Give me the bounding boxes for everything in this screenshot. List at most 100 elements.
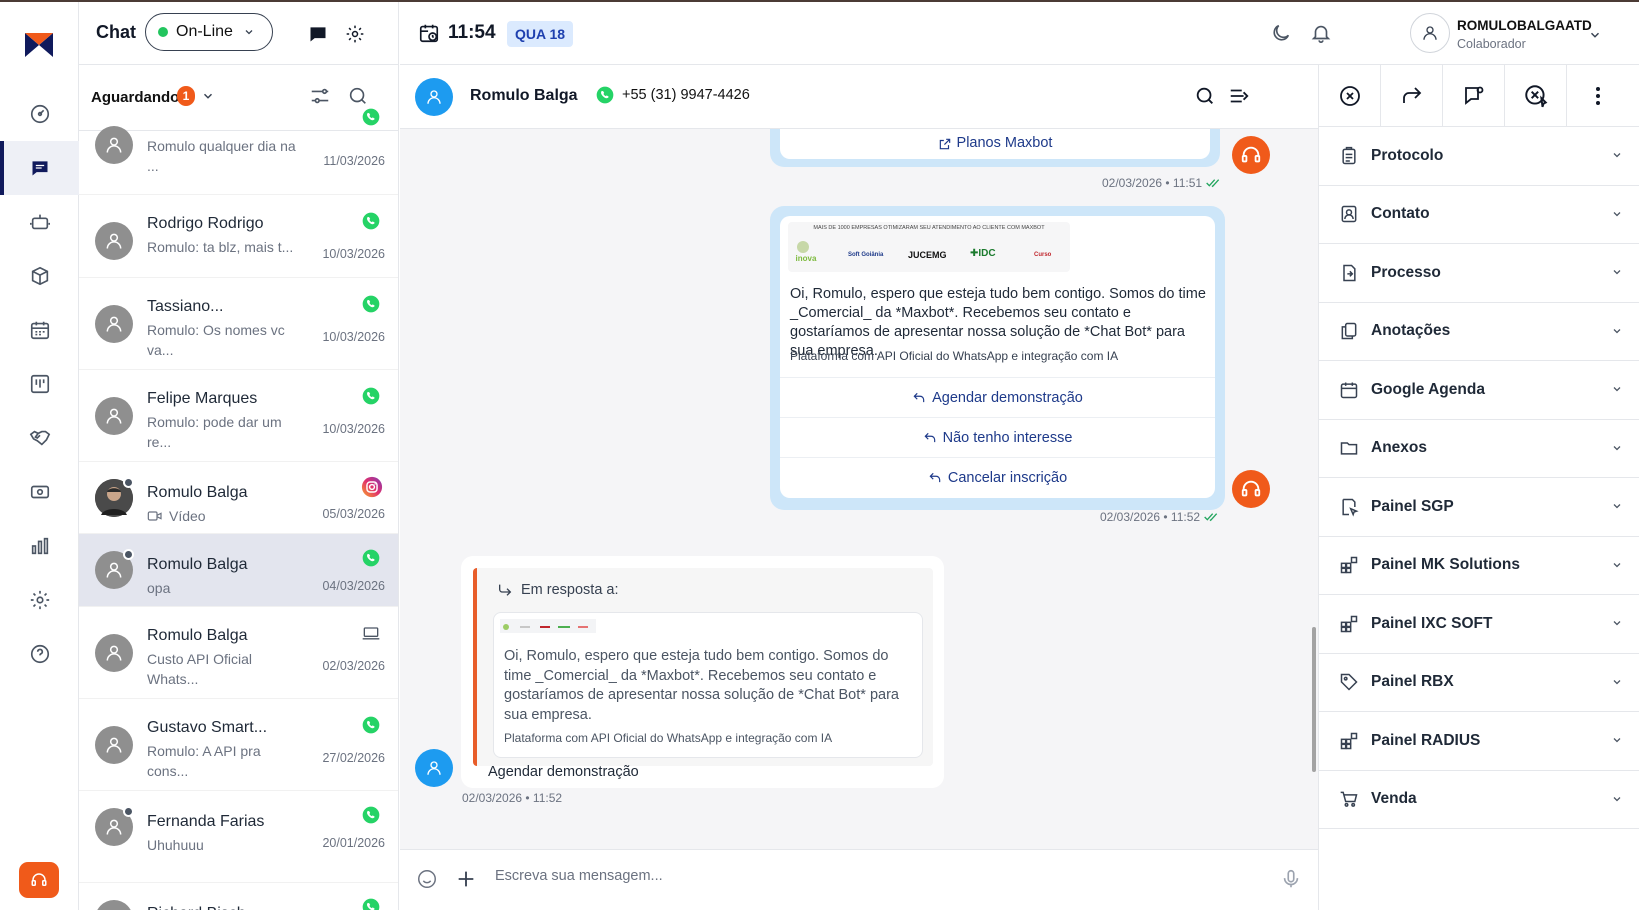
bot-icon[interactable]: [0, 195, 79, 249]
end-without-notify-icon[interactable]: [1505, 65, 1567, 127]
side-panel: Protocolo Contato Processo Anotações Google …: [1318, 65, 1639, 910]
quick-reply-label: Agendar demonstração: [932, 389, 1083, 406]
chevron-down-icon: [1611, 442, 1623, 454]
more-options-icon[interactable]: [1567, 65, 1629, 127]
conversation-list-item[interactable]: Romulo qualquer dia na ... 11/03/2026: [79, 99, 398, 195]
kanban-icon[interactable]: [0, 357, 79, 411]
handshake-icon[interactable]: [0, 411, 79, 465]
message-preview: Romulo: Os nomes vc va...: [147, 322, 285, 358]
message-preview: Romulo: pode dar um re...: [147, 414, 282, 450]
chevron-down-icon: [1611, 617, 1623, 629]
message-preview: Romulo: ta blz, mais t...: [147, 239, 294, 255]
conversation-date: 10/03/2026: [322, 247, 385, 261]
status-dropdown[interactable]: On-Line: [145, 13, 273, 51]
video-icon: [147, 509, 163, 523]
logo-curso: Curso: [1034, 252, 1052, 258]
panel-painel-mk-solutions[interactable]: Painel MK Solutions: [1319, 537, 1639, 595]
logo-inova-text: inova: [795, 254, 817, 263]
panel-painel-ixc-soft[interactable]: Painel IXC SOFT: [1319, 595, 1639, 654]
panel-painel-radius[interactable]: Painel RADIUS: [1319, 712, 1639, 771]
money-icon[interactable]: [0, 465, 79, 519]
conversation-list-item[interactable]: Romulo Balga Vídeo 05/03/2026: [79, 462, 398, 534]
panel-anexos[interactable]: Anexos: [1319, 420, 1639, 478]
message-preview: Custo API Oficial Whats...: [147, 651, 253, 687]
bell-icon[interactable]: [1310, 22, 1332, 44]
planos-link-button[interactable]: Planos Maxbot: [780, 129, 1210, 159]
panel-label: Protocolo: [1371, 146, 1444, 164]
toggle-side-panel-icon[interactable]: [1228, 85, 1250, 107]
conversation-list-item[interactable]: Fernanda Farias Uhuhuuu 20/01/2026: [79, 791, 398, 883]
panel-anota-es[interactable]: Anotações: [1319, 303, 1639, 361]
message-time: 02/03/2026 • 11:51: [1102, 176, 1222, 190]
reply-header: Em resposta a:: [497, 582, 619, 598]
dark-mode-icon[interactable]: [1270, 22, 1292, 44]
quoted-reply[interactable]: Em resposta a: Oi, Romulo, espero que es…: [473, 568, 933, 766]
messages-scrollbar[interactable]: [1312, 627, 1316, 772]
gear-icon[interactable]: [343, 22, 367, 46]
panel-label: Anexos: [1371, 439, 1427, 457]
conversation-list-item[interactable]: Tassiano... Romulo: Os nomes vc va... 10/0…: [79, 278, 398, 370]
panel-painel-rbx[interactable]: Painel RBX: [1319, 654, 1639, 712]
quoted-banner-thumbnail: [500, 619, 596, 633]
panel-contato[interactable]: Contato: [1319, 186, 1639, 244]
conversation-list-item[interactable]: Richard Bisch: [79, 883, 398, 910]
panel-google-agenda[interactable]: Google Agenda: [1319, 361, 1639, 420]
message-input[interactable]: Escreva sua mensagem...: [495, 868, 663, 884]
flag-message-icon[interactable]: [1443, 65, 1505, 127]
reply-arrow-icon: [923, 431, 937, 445]
conversation-date: 27/02/2026: [322, 751, 385, 765]
help-icon[interactable]: [0, 627, 79, 681]
user-menu[interactable]: ROMULOBALGAATD Colaborador: [1410, 12, 1620, 56]
modules-icon: [1339, 555, 1359, 575]
conversation-date: 11/03/2026: [323, 154, 385, 168]
message-time-text: 02/03/2026 • 11:52: [1100, 510, 1201, 524]
settings-icon[interactable]: [0, 573, 79, 627]
panel-label: Venda: [1371, 790, 1417, 808]
logo-inova: inova: [794, 240, 818, 266]
quick-reply-cancelar[interactable]: Cancelar inscrição: [780, 457, 1215, 497]
whatsapp-icon: [361, 107, 383, 129]
presence-dot: [123, 549, 134, 560]
quick-reply-agendar[interactable]: Agendar demonstração: [780, 377, 1215, 417]
messages-icon[interactable]: [306, 22, 330, 46]
transfer-icon[interactable]: [1381, 65, 1443, 127]
panel-protocolo[interactable]: Protocolo: [1319, 127, 1639, 186]
box-icon[interactable]: [0, 249, 79, 303]
folder-icon: [1339, 438, 1359, 458]
panel-painel-sgp[interactable]: Painel SGP: [1319, 478, 1639, 537]
conversation-list-item[interactable]: Gustavo Smart... Romulo: A API pra cons..…: [79, 699, 398, 791]
contact-avatar[interactable]: [415, 78, 453, 116]
calendar-icon[interactable]: [0, 303, 79, 357]
panel-venda[interactable]: Venda: [1319, 771, 1639, 829]
quick-reply-nao-interesse[interactable]: Não tenho interesse: [780, 417, 1215, 457]
contact-phone: +55 (31) 9947-4426: [595, 85, 750, 105]
conversation-list-item[interactable]: Romulo Balga opa 04/03/2026: [79, 534, 398, 607]
conversation-header: Romulo Balga +55 (31) 9947-4426: [400, 65, 1318, 129]
conversation-list-item[interactable]: Rodrigo Rodrigo Romulo: ta blz, mais t...…: [79, 195, 398, 278]
user-name: ROMULOBALGAATD: [1457, 18, 1592, 33]
dashboard-icon[interactable]: [0, 87, 79, 141]
conversation-list-item[interactable]: Romulo Balga Custo API Oficial Whats... 02…: [79, 607, 398, 699]
external-link-icon: [938, 137, 952, 151]
plus-icon[interactable]: [455, 868, 477, 890]
quoted-message: Oi, Romulo, espero que esteja tudo bem c…: [493, 612, 923, 758]
reports-icon[interactable]: [0, 519, 79, 573]
panel-label: Processo: [1371, 263, 1441, 281]
chevron-down-icon: [1611, 149, 1623, 161]
preview-text: Vídeo: [169, 508, 206, 524]
panel-processo[interactable]: Processo: [1319, 244, 1639, 303]
emoji-icon[interactable]: [416, 868, 438, 890]
panel-label: Painel SGP: [1371, 497, 1454, 515]
chevron-down-icon: [1611, 676, 1623, 688]
support-headset-button[interactable]: [19, 862, 59, 898]
panel-label: Painel IXC SOFT: [1371, 614, 1493, 632]
microphone-icon[interactable]: [1280, 868, 1302, 890]
message-preview: opa: [147, 580, 171, 596]
conversation-list-item[interactable]: Felipe Marques Romulo: pode dar um re... 1…: [79, 370, 398, 462]
close-conversation-icon[interactable]: [1319, 65, 1381, 127]
search-icon[interactable]: [1194, 85, 1216, 107]
contact-avatar: [95, 634, 133, 672]
template-buttons: Agendar demonstração Não tenho interesse…: [780, 377, 1215, 497]
main-area: 11:54 QUA 18 ROMULOBALGAATD Colaborador …: [400, 2, 1639, 910]
chat-nav-icon[interactable]: [0, 141, 79, 195]
